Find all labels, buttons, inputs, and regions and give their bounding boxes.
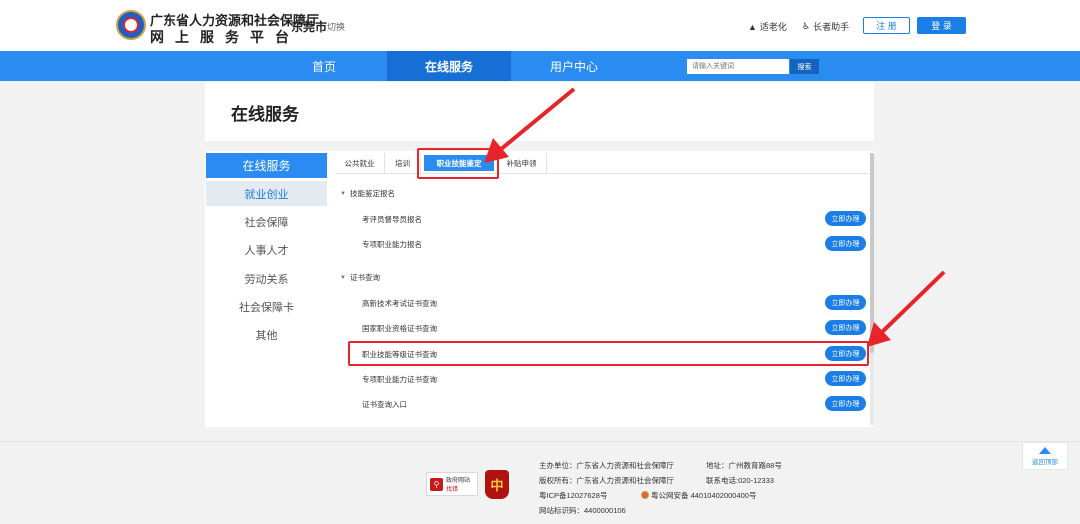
gov-badge-line2: 找错: [446, 487, 459, 493]
service-row-label: 高新技术考试证书查询: [362, 299, 437, 308]
police-badge-icon: [641, 491, 649, 499]
service-row-label: 国家职业资格证书查询: [362, 324, 437, 333]
sidebar-item-personnel[interactable]: 人事人才: [206, 237, 327, 262]
page-title: 在线服务: [231, 105, 299, 124]
handle-now-button[interactable]: 立即办理: [825, 396, 866, 411]
tab-subsidy-application[interactable]: 补贴申领: [497, 153, 547, 173]
sidebar-item-labor-relations[interactable]: 劳动关系: [206, 266, 327, 291]
footer-police-record[interactable]: 粤公网安备 44010402000400号: [641, 490, 756, 501]
main-nav: 首页 在线服务 用户中心 搜索: [0, 51, 1080, 81]
sidebar-item-other[interactable]: 其他: [206, 322, 327, 347]
arrow-up-icon: [1039, 446, 1051, 454]
search-input[interactable]: [687, 59, 789, 74]
footer-icp-link[interactable]: 粤ICP备12027628号: [539, 490, 607, 501]
service-row-label: 考评员督导员报名: [362, 215, 422, 224]
gov-website-error-report-badge[interactable]: ⚲ 政府网站 找错: [426, 472, 478, 496]
panel-divider: [205, 141, 874, 151]
service-row-label: 专项职业能力证书查询: [362, 375, 437, 384]
search-icon: ⚲: [430, 477, 443, 491]
collapse-triangle-icon: ▼: [340, 190, 346, 197]
footer-police-text: 粤公网安备 44010402000400号: [651, 491, 757, 500]
elder-helper-button[interactable]: ♿ 长者助手: [802, 20, 849, 33]
back-to-top-label: 返回顶部: [1032, 458, 1058, 466]
party-emblem-icon[interactable]: 中: [485, 470, 509, 499]
handle-now-button[interactable]: 立即办理: [825, 371, 866, 386]
collapse-triangle-icon: ▼: [340, 274, 346, 281]
elder-mode-button[interactable]: ▲ 适老化: [748, 20, 787, 33]
group-title: 证书查询: [349, 273, 380, 282]
arrow-to-row: [867, 270, 946, 347]
sidebar-item-employment[interactable]: 就业创业: [206, 181, 327, 206]
nav-online-service[interactable]: 在线服务: [387, 51, 511, 81]
current-city: 东莞市: [291, 20, 328, 34]
footer-address: 地址：广州教育路88号: [706, 461, 782, 470]
search-button[interactable]: 搜索: [790, 59, 819, 74]
handle-now-button[interactable]: 立即办理: [825, 236, 866, 251]
elder-mode-label: 适老化: [759, 22, 787, 32]
back-to-top-button[interactable]: 返回顶部: [1022, 442, 1068, 470]
scrollbar-thumb[interactable]: [870, 153, 874, 353]
top-header: 广东省人力资源和社会保障厅 网上服务平台 东莞市 切换 ▲ 适老化 ♿ 长者助手…: [0, 0, 1080, 51]
service-row-label: 证书查询入口: [362, 400, 407, 409]
footer-host: 主办单位：广东省人力资源和社会保障厅: [539, 461, 674, 470]
group-title: 技能鉴定报名: [349, 189, 395, 198]
handle-now-button[interactable]: 立即办理: [825, 211, 866, 226]
elder-helper-label: 长者助手: [813, 22, 850, 32]
gov-badge-line1: 政府网站: [446, 478, 471, 484]
service-row-label: 专项职业能力报名: [362, 240, 422, 249]
sidebar-header: 在线服务: [206, 153, 327, 178]
switch-city-link[interactable]: 切换: [327, 20, 345, 33]
footer-copyright: 版权所有：广东省人力资源和社会保障厅: [539, 476, 674, 485]
handle-now-button[interactable]: 立即办理: [825, 320, 866, 335]
row-highlight-box: [348, 341, 869, 366]
platform-name: 网上服务平台: [150, 29, 300, 45]
nav-home[interactable]: 首页: [283, 51, 365, 81]
tab-public-employment[interactable]: 公共就业: [335, 153, 385, 173]
sidebar-item-social-security[interactable]: 社会保障: [206, 209, 327, 234]
footer-phone: 联系电话:020-12333: [706, 476, 774, 485]
tab-training[interactable]: 培训: [385, 153, 421, 173]
ministry-logo-icon[interactable]: [116, 10, 146, 40]
elder-icon: ▲: [748, 21, 757, 32]
accessibility-icon: ♿: [802, 21, 811, 31]
footer-site-id: 网站标识码：4400000106: [539, 506, 626, 515]
tab-highlight-box: [417, 148, 499, 179]
group-skill-appraisal-registration[interactable]: ▼ 技能鉴定报名: [340, 188, 395, 199]
login-button[interactable]: 登 录: [917, 17, 966, 34]
handle-now-button[interactable]: 立即办理: [825, 295, 866, 310]
sidebar-item-social-security-card[interactable]: 社会保障卡: [206, 294, 327, 319]
nav-user-center[interactable]: 用户中心: [532, 51, 616, 81]
register-button[interactable]: 注 册: [863, 17, 910, 34]
group-certificate-query[interactable]: ▼ 证书查询: [340, 272, 380, 283]
footer-divider: [0, 441, 1080, 442]
